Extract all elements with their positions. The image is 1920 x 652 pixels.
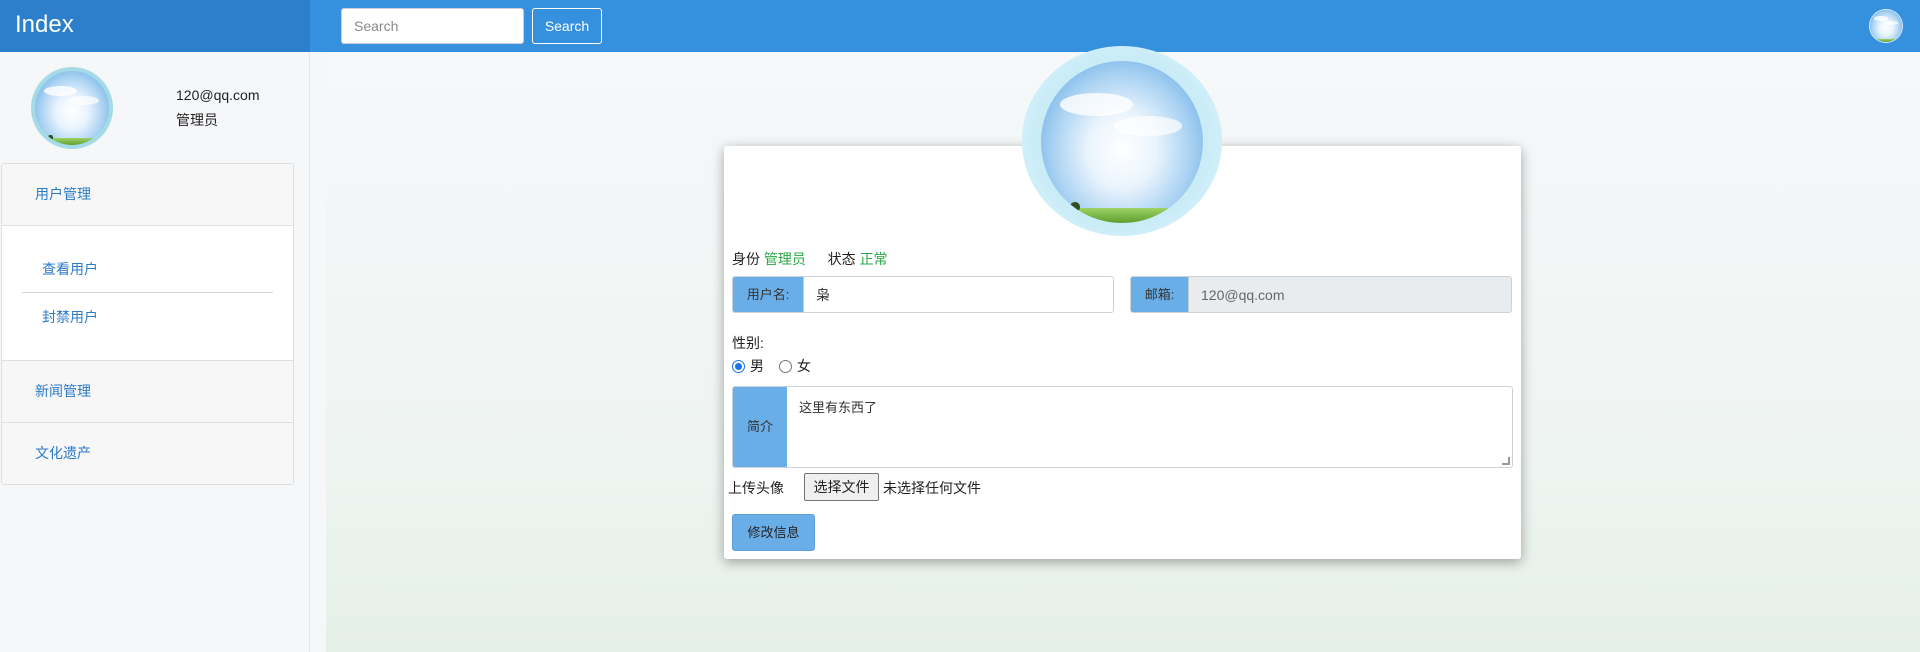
- sidebar-item-ban-users[interactable]: 封禁用户: [42, 307, 98, 327]
- status-value: 正常: [859, 251, 888, 267]
- username-input[interactable]: [804, 277, 1113, 312]
- radio-selected-icon[interactable]: [732, 359, 745, 373]
- avatar-image: [35, 71, 109, 145]
- identity-value: 管理员: [763, 251, 806, 267]
- username-label: 用户名:: [733, 277, 804, 312]
- avatar-image: [1870, 10, 1902, 42]
- sidebar-item-news-management[interactable]: 新闻管理: [2, 361, 293, 423]
- resize-handle-icon[interactable]: [1502, 457, 1510, 465]
- brand-area: Index: [0, 0, 310, 52]
- gender-option-label: 女: [797, 358, 811, 374]
- divider: [22, 292, 273, 293]
- intro-field: 简介 这里有东西了: [732, 386, 1513, 468]
- user-avatar[interactable]: [1869, 9, 1903, 43]
- identity-label: 身份: [732, 251, 760, 267]
- email-field: 邮箱:: [1130, 276, 1512, 313]
- gender-radio-male[interactable]: 男: [732, 356, 764, 376]
- email-label: 邮箱:: [1131, 277, 1189, 312]
- update-info-button[interactable]: 修改信息: [732, 514, 815, 551]
- gender-label: 性别:: [732, 335, 764, 351]
- top-navbar: Index Search: [0, 0, 1920, 52]
- profile-avatar: [1022, 46, 1222, 236]
- sidebar-role: 管理员: [176, 112, 218, 128]
- file-status-text: 未选择任何文件: [883, 480, 981, 496]
- email-input: [1189, 277, 1511, 312]
- brand-link[interactable]: Index: [15, 11, 74, 39]
- upload-avatar-label: 上传头像: [728, 480, 784, 496]
- sidebar-menu: 用户管理 查看用户 封禁用户 新闻管理 文化遗产: [1, 163, 294, 485]
- sidebar: 120@qq.com 管理员 用户管理 查看用户 封禁用户 新闻管理 文化遗产: [0, 52, 310, 652]
- username-field: 用户名:: [732, 276, 1114, 313]
- gender-option-label: 男: [750, 358, 764, 374]
- avatar-image: [1041, 61, 1203, 223]
- search-button[interactable]: Search: [532, 8, 602, 44]
- radio-unselected-icon[interactable]: [779, 359, 792, 373]
- choose-file-button[interactable]: 选择文件: [804, 473, 879, 501]
- sidebar-item-view-users[interactable]: 查看用户: [42, 259, 98, 279]
- sidebar-submenu-users: 查看用户 封禁用户: [2, 226, 293, 361]
- sidebar-item-cultural-heritage[interactable]: 文化遗产: [2, 423, 293, 484]
- intro-label: 简介: [733, 387, 787, 467]
- sidebar-email: 120@qq.com: [176, 87, 260, 103]
- sidebar-item-user-management[interactable]: 用户管理: [2, 164, 293, 226]
- gender-radio-female[interactable]: 女: [779, 356, 811, 376]
- sidebar-avatar: [31, 67, 113, 149]
- intro-textarea[interactable]: 这里有东西了: [787, 387, 1512, 467]
- search-input[interactable]: [341, 8, 524, 44]
- identity-status-line: 身份 管理员 状态 正常: [732, 249, 888, 269]
- status-label: 状态: [827, 251, 856, 267]
